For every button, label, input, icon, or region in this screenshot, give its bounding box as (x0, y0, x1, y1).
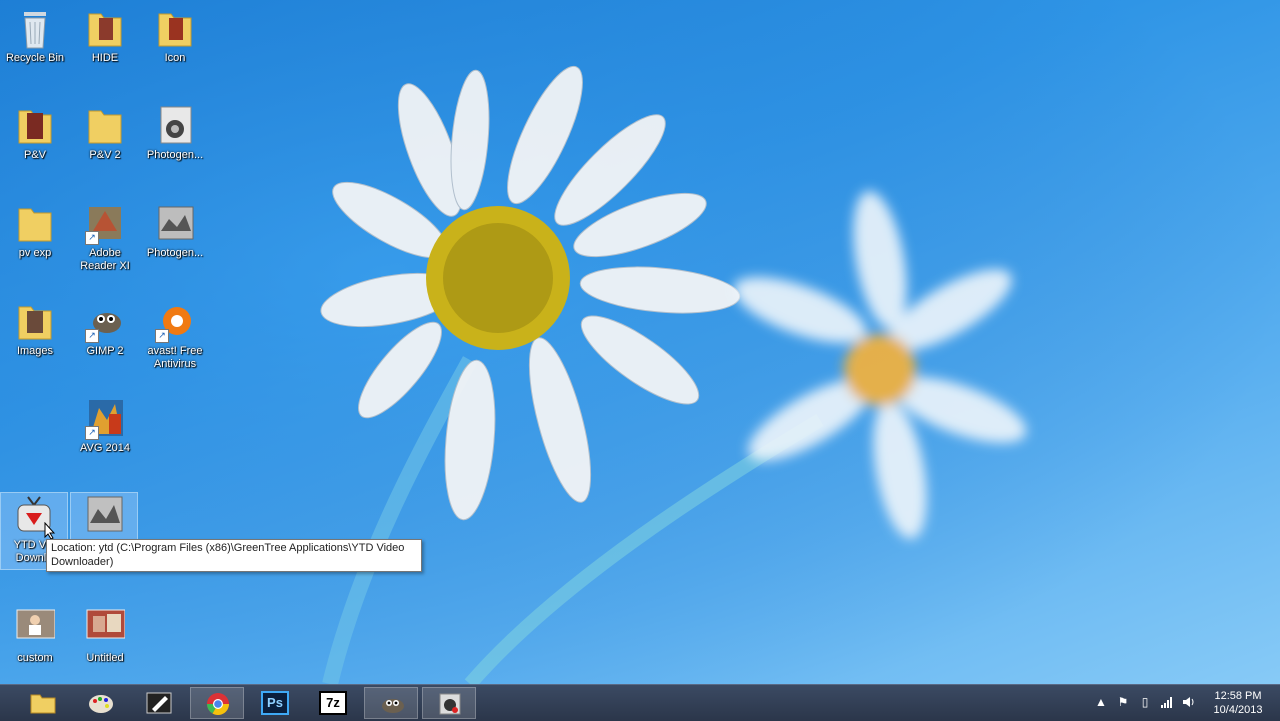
folder-icon (15, 299, 55, 343)
desktop-icon-label: Adobe Reader XI (80, 247, 130, 272)
taskbar-photogenics-button[interactable] (422, 687, 476, 719)
taskbar-paint-button[interactable] (74, 687, 128, 719)
taskbar-pen-app-button[interactable] (132, 687, 186, 719)
taskbar-clock[interactable]: 12:58 PM 10/4/2013 (1206, 689, 1270, 717)
photogenics-icon (84, 493, 124, 537)
desktop-icon-images[interactable]: Images (2, 299, 68, 358)
desktop-icon-label: AVG 2014 (80, 442, 130, 454)
volume-icon[interactable] (1182, 695, 1196, 709)
recycle-bin-icon (15, 6, 55, 50)
avast-icon: ↗ (155, 299, 195, 343)
desktop-icon-avast[interactable]: ↗ avast! Free Antivirus (142, 299, 208, 371)
desktop-icon-label: Photogen... (146, 149, 204, 161)
desktop-icon-photogenics-1[interactable]: Photogen... (142, 103, 208, 162)
desktop-icon-label: Untitled (86, 652, 124, 664)
desktop-icon-label: Recycle Bin (5, 52, 65, 64)
gimp-icon: ↗ (85, 299, 125, 343)
clock-date: 10/4/2013 (1213, 704, 1263, 716)
desktop-icon-hide[interactable]: HIDE (72, 6, 138, 65)
desktop-icon-pv2[interactable]: P&V 2 (72, 103, 138, 162)
gimp-icon (382, 699, 404, 713)
show-hidden-icons-icon[interactable]: ▲ (1094, 695, 1108, 709)
desktop-icon-pv-exp[interactable]: pv exp (2, 201, 68, 260)
palette-icon (89, 695, 113, 713)
photogenics-icon (155, 201, 195, 245)
desktop-icon-label: Photogen... (146, 247, 204, 259)
shortcut-arrow-icon: ↗ (85, 231, 99, 245)
desktop-icon-icon[interactable]: Icon (142, 6, 208, 65)
folder-icon (30, 694, 56, 714)
desktop-icon-gimp[interactable]: ↗ GIMP 2 (72, 299, 138, 358)
desktop-icon-label: P&V (23, 149, 46, 161)
shortcut-arrow-icon: ↗ (85, 426, 99, 440)
folder-icon (15, 201, 55, 245)
desktop-icon-label: Images (16, 345, 54, 357)
photogenics-icon (155, 103, 195, 147)
network-signal-icon[interactable] (1160, 695, 1174, 709)
desktop-icon-label: Icon (164, 52, 186, 64)
desktop-icon-pv[interactable]: P&V (2, 103, 68, 162)
taskbar-7zip-button[interactable]: 7z (306, 687, 360, 719)
adobe-reader-icon: ↗ (85, 201, 125, 245)
desktop-icon-label: GIMP 2 (86, 345, 124, 357)
desktop-icon-label: HIDE (91, 52, 119, 64)
image-file-icon (15, 606, 56, 650)
location-tooltip: Location: ytd (C:\Program Files (x86)\Gr… (46, 539, 422, 572)
taskbar-gimp-button[interactable] (364, 687, 418, 719)
photogenics-icon (439, 693, 461, 715)
shortcut-arrow-icon: ↗ (85, 329, 99, 343)
pen-icon (146, 692, 172, 714)
folder-icon (85, 103, 125, 147)
desktop-icon-label: P&V 2 (89, 149, 121, 161)
mouse-cursor-icon (44, 522, 56, 540)
desktop-icon-adobe-reader[interactable]: ↗ Adobe Reader XI (72, 201, 138, 273)
folder-icon (155, 6, 195, 50)
shortcut-arrow-icon: ↗ (155, 329, 169, 343)
desktop-icon-recycle-bin[interactable]: Recycle Bin (2, 6, 68, 65)
taskbar-chrome-button[interactable] (190, 687, 244, 719)
action-center-flag-icon[interactable]: ⚑ (1116, 695, 1130, 709)
desktop-icon-photogenics-3[interactable] (70, 492, 138, 540)
desktop-icon-avg[interactable]: ↗ AVG 2014 (72, 396, 138, 455)
photoshop-icon: Ps (261, 691, 289, 715)
folder-icon (15, 103, 55, 147)
desktop-icon-label: custom (17, 652, 53, 664)
7zip-icon: 7z (319, 691, 347, 715)
desktop-icon-label: pv exp (18, 247, 52, 259)
desktop-icon-untitled[interactable]: Untitled (72, 606, 138, 665)
clock-time: 12:58 PM (1214, 690, 1262, 702)
power-icon[interactable]: ▯ (1138, 695, 1152, 709)
desktop-icon-label: avast! Free Antivirus (147, 345, 203, 370)
folder-icon (85, 6, 125, 50)
taskbar: Ps 7z ▲ ⚑ ▯ 12:58 PM 10/4/2013 (0, 684, 1280, 721)
avg-icon: ↗ (85, 396, 125, 440)
taskbar-file-explorer-button[interactable] (16, 687, 70, 719)
image-file-icon (85, 606, 126, 650)
desktop-icon-photogenics-2[interactable]: Photogen... (142, 201, 208, 260)
desktop-icon-custom[interactable]: custom (2, 606, 68, 665)
taskbar-photoshop-button[interactable]: Ps (248, 687, 302, 719)
chrome-icon (207, 693, 229, 715)
